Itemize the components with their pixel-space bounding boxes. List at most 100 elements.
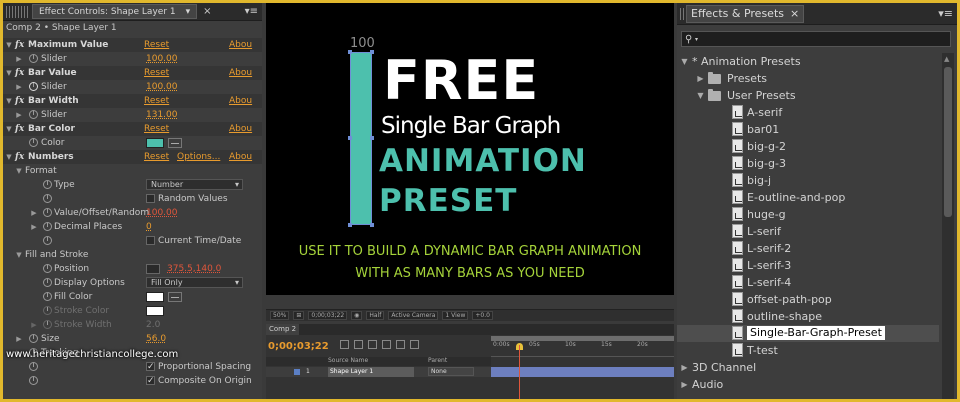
effect-controls-tab[interactable]: Effect Controls: Shape Layer 1 ▾ xyxy=(32,4,198,19)
timeline-timecode[interactable]: 0;00;03;22 xyxy=(268,341,329,352)
collapse-triangle-icon[interactable]: ▼ xyxy=(15,164,23,178)
property-row-position[interactable]: Position 375.5,140.0 xyxy=(3,262,262,276)
property-row-slider[interactable]: ▶ Slider 100.00 xyxy=(3,52,262,66)
expand-triangle-icon[interactable]: ▶ xyxy=(15,108,23,122)
effect-row-bar-value[interactable]: ▼ fx Bar Value Reset Abou xyxy=(3,66,262,80)
effect-row-bar-width[interactable]: ▼ fx Bar Width Reset Abou xyxy=(3,94,262,108)
property-row-color[interactable]: Color xyxy=(3,136,262,150)
search-input[interactable]: ⚲ ▾ xyxy=(681,31,951,47)
parent-dropdown[interactable]: None xyxy=(428,367,474,376)
about-link[interactable]: Abou xyxy=(229,38,252,52)
stopwatch-icon[interactable] xyxy=(29,110,38,119)
zoom-dropdown[interactable]: 50% xyxy=(270,311,290,320)
expand-triangle-icon[interactable]: ▶ xyxy=(15,332,23,346)
layer-name[interactable]: Shape Layer 1 xyxy=(328,367,414,377)
expand-triangle-icon[interactable]: ▶ xyxy=(680,359,689,376)
tree-item-preset[interactable]: big-j xyxy=(677,172,939,189)
tree-folder-3d-channel[interactable]: ▶ 3D Channel xyxy=(677,359,939,376)
tree-item-preset[interactable]: outline-shape xyxy=(677,308,939,325)
collapse-triangle-icon[interactable]: ▼ xyxy=(696,87,705,104)
stopwatch-icon[interactable] xyxy=(29,334,38,343)
tree-item-preset[interactable]: T-test xyxy=(677,342,939,359)
column-source-name[interactable]: Source Name xyxy=(328,357,368,364)
slider-value[interactable]: 100.00 xyxy=(146,80,178,94)
stopwatch-icon[interactable] xyxy=(43,306,52,315)
about-link[interactable]: Abou xyxy=(229,66,252,80)
stopwatch-icon[interactable] xyxy=(43,222,52,231)
search-icon[interactable] xyxy=(340,340,349,349)
color-swatch[interactable] xyxy=(146,306,164,316)
panel-grip-icon[interactable] xyxy=(6,5,28,18)
tree-folder-presets[interactable]: ▶ Presets xyxy=(677,70,939,87)
expand-triangle-icon[interactable]: ▶ xyxy=(30,206,38,220)
collapse-triangle-icon[interactable]: ▼ xyxy=(5,150,13,164)
tree-folder-user-presets[interactable]: ▼ User Presets xyxy=(677,87,939,104)
color-swatch[interactable] xyxy=(146,138,164,148)
tree-item-preset[interactable]: L-serif-4 xyxy=(677,274,939,291)
property-row-fill-color[interactable]: Fill Color xyxy=(3,290,262,304)
handle-point[interactable] xyxy=(370,50,374,54)
panel-grip-icon[interactable] xyxy=(680,7,684,20)
scrollbar[interactable]: ▲ xyxy=(942,53,954,399)
about-link[interactable]: Abou xyxy=(229,150,252,164)
shy-icon[interactable] xyxy=(368,340,377,349)
property-row-decimal-places[interactable]: ▶ Decimal Places 0 xyxy=(3,220,262,234)
property-row-value-offset[interactable]: ▶ Value/Offset/Random 100.00 xyxy=(3,206,262,220)
graph-editor-icon[interactable] xyxy=(410,340,419,349)
position-value[interactable]: 375.5,140.0 xyxy=(167,262,221,276)
fx-icon[interactable]: fx xyxy=(15,94,24,108)
collapse-triangle-icon[interactable]: ▼ xyxy=(5,122,13,136)
panel-menu-icon[interactable]: ▾≡ xyxy=(245,6,258,17)
options-link[interactable]: Options... xyxy=(177,150,220,164)
collapse-triangle-icon[interactable]: ▼ xyxy=(15,248,23,262)
about-link[interactable]: Abou xyxy=(229,94,252,108)
fx-icon[interactable]: fx xyxy=(15,66,24,80)
about-link[interactable]: Abou xyxy=(229,122,252,136)
composition-viewer[interactable]: 100 FREE Single Bar Graph ANIMATION PRES… xyxy=(266,3,674,295)
viewer-timecode[interactable]: 0;00;03;22 xyxy=(308,311,348,320)
bar-shape[interactable] xyxy=(350,52,372,225)
collapse-triangle-icon[interactable]: ▼ xyxy=(680,53,689,70)
composite-on-origin-checkbox[interactable] xyxy=(146,374,155,388)
slider-value[interactable]: 131.00 xyxy=(146,108,178,122)
eyedropper-icon[interactable] xyxy=(168,138,182,148)
expand-triangle-icon[interactable]: ▶ xyxy=(30,318,38,332)
label-color-icon[interactable] xyxy=(294,369,300,375)
eyedropper-icon[interactable] xyxy=(168,292,182,302)
close-icon[interactable]: × xyxy=(203,6,211,17)
reset-link[interactable]: Reset xyxy=(144,122,169,136)
property-row-stroke-width[interactable]: ▶ Stroke Width 2.0 xyxy=(3,318,262,332)
tree-item-preset[interactable]: huge-g xyxy=(677,206,939,223)
collapse-triangle-icon[interactable]: ▼ xyxy=(5,94,13,108)
stopwatch-icon[interactable] xyxy=(43,278,52,287)
expand-triangle-icon[interactable]: ▶ xyxy=(696,70,705,87)
timeline-layer-row[interactable]: 1 Shape Layer 1 None xyxy=(266,367,491,377)
reset-link[interactable]: Reset xyxy=(144,38,169,52)
stopwatch-icon[interactable] xyxy=(29,54,38,63)
type-dropdown[interactable]: Number xyxy=(146,179,243,190)
property-row-composite[interactable]: Composite On Origin xyxy=(3,374,262,388)
scrollbar-thumb[interactable] xyxy=(944,67,952,217)
handle-point[interactable] xyxy=(370,136,374,140)
effect-row-bar-color[interactable]: ▼ fx Bar Color Reset Abou xyxy=(3,122,262,136)
collapse-triangle-icon[interactable]: ▼ xyxy=(5,66,13,80)
tree-item-preset[interactable]: A-serif xyxy=(677,104,939,121)
chevron-down-icon[interactable]: ▾ xyxy=(186,7,191,17)
stopwatch-icon[interactable] xyxy=(29,138,38,147)
fx-icon[interactable]: fx xyxy=(15,38,24,52)
reset-link[interactable]: Reset xyxy=(144,94,169,108)
property-row-slider[interactable]: ▶ Slider 100.00 xyxy=(3,80,262,94)
slider-value[interactable]: 100.00 xyxy=(146,52,178,66)
group-row-fill-stroke[interactable]: ▼ Fill and Stroke xyxy=(3,248,262,262)
property-row-random-values[interactable]: Random Values xyxy=(3,192,262,206)
tree-folder-animation-presets[interactable]: ▼ * Animation Presets xyxy=(677,53,939,70)
camera-icon[interactable]: ◉ xyxy=(351,311,363,320)
current-time-indicator[interactable] xyxy=(519,345,520,399)
collapse-triangle-icon[interactable]: ▼ xyxy=(5,38,13,52)
views-dropdown[interactable]: 1 View xyxy=(442,311,469,320)
random-values-checkbox[interactable] xyxy=(146,194,155,203)
tree-item-preset[interactable]: L-serif xyxy=(677,223,939,240)
stopwatch-icon[interactable] xyxy=(29,362,38,371)
size-value[interactable]: 56.0 xyxy=(146,332,166,346)
expand-triangle-icon[interactable]: ▶ xyxy=(680,376,689,393)
